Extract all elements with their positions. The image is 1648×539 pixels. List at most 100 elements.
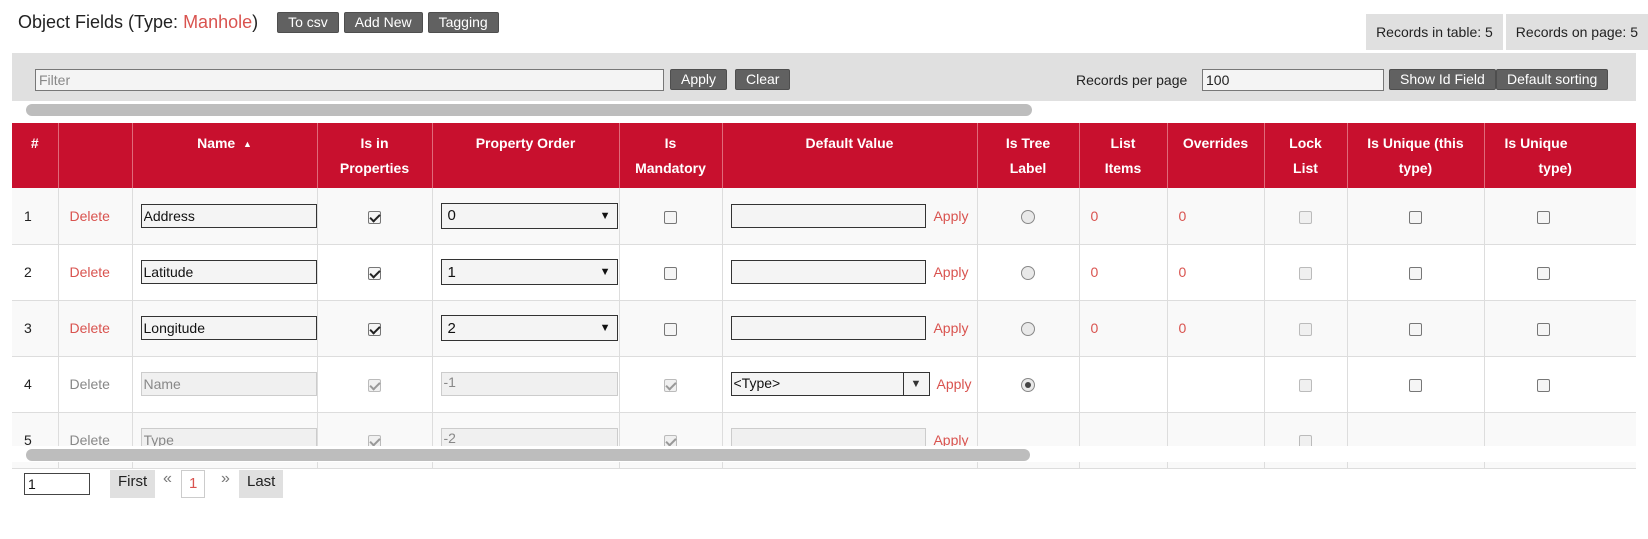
records-in-table: Records in table: 5 <box>1366 14 1503 50</box>
record-counts: Records in table: 5 Records on page: 5 <box>1366 14 1648 50</box>
is-tree-label-radio[interactable] <box>1021 209 1035 224</box>
name-input[interactable] <box>140 260 317 284</box>
col-header-lock-list[interactable]: Lock List <box>1264 123 1348 188</box>
show-id-field-button[interactable]: Show Id Field <box>1389 69 1496 90</box>
page-header: Object Fields (Type: Manhole) To csv Add… <box>18 9 499 35</box>
is-unique-this-type-checkbox[interactable] <box>1409 378 1422 392</box>
delete-link[interactable]: Delete <box>70 320 110 336</box>
col-header-overrides[interactable]: Overrides <box>1167 123 1265 188</box>
previous-page-icon[interactable]: « <box>163 470 172 488</box>
records-per-page-input[interactable] <box>1202 69 1384 91</box>
to-csv-button[interactable]: To csv <box>277 11 339 33</box>
filter-input[interactable] <box>35 69 664 91</box>
add-new-button[interactable]: Add New <box>343 11 423 33</box>
bottom-horizontal-scrollbar[interactable] <box>12 446 1636 462</box>
col-header-name[interactable]: Name ▲ <box>132 123 318 188</box>
current-page-link[interactable]: 1 <box>181 470 206 498</box>
is-unique-next-checkbox[interactable] <box>1536 378 1550 392</box>
dropdown-arrow-icon: ▼ <box>599 266 611 278</box>
table-row: 1 Delete 0▼ Apply 0 0 <box>12 188 1636 245</box>
col-header-list-items[interactable]: List Items <box>1079 123 1168 188</box>
property-order-value: 0 <box>447 207 456 225</box>
row-number: 4 <box>12 356 59 413</box>
property-order-value: 2 <box>447 319 456 337</box>
tagging-button[interactable]: Tagging <box>427 11 499 33</box>
overrides-link[interactable]: 0 <box>1167 244 1265 301</box>
list-items-link[interactable]: 0 <box>1079 300 1168 357</box>
list-items-link[interactable]: 0 <box>1079 188 1168 245</box>
is-in-properties-checkbox-disabled <box>368 378 381 392</box>
title-prefix: Object Fields (Type: <box>18 11 184 32</box>
top-horizontal-scrollbar[interactable] <box>12 101 1636 117</box>
property-order-value: 1 <box>447 263 456 281</box>
top-scrollbar-thumb[interactable] <box>26 104 1032 116</box>
is-in-properties-checkbox[interactable] <box>368 210 381 224</box>
is-in-properties-checkbox[interactable] <box>368 266 381 280</box>
col-header-is-mandatory[interactable]: Is Mandatory <box>619 123 723 188</box>
col-header-is-tree-label[interactable]: Is Tree Label <box>977 123 1080 188</box>
delete-link[interactable]: Delete <box>70 264 110 280</box>
default-value-apply-link[interactable]: Apply <box>933 320 968 336</box>
last-page-button[interactable]: Last <box>239 470 284 498</box>
delete-link[interactable]: Delete <box>70 208 110 224</box>
property-order-select[interactable]: 2 ▼ <box>440 315 618 341</box>
is-unique-this-type-checkbox[interactable] <box>1409 210 1422 224</box>
table-row: 3 Delete 2▼ Apply 0 0 <box>12 300 1636 357</box>
col-header-default-value[interactable]: Default Value <box>722 123 978 188</box>
default-value-input[interactable] <box>730 260 927 284</box>
col-header-property-order[interactable]: Property Order <box>432 123 620 188</box>
overrides-link[interactable]: 0 <box>1167 188 1265 245</box>
is-tree-label-radio[interactable] <box>1021 322 1035 337</box>
default-value-input[interactable] <box>730 316 927 340</box>
table-row: 2 Delete 1▼ Apply 0 0 <box>12 244 1636 301</box>
next-page-icon[interactable]: » <box>221 470 230 488</box>
delete-link-disabled: Delete <box>69 376 110 392</box>
is-mandatory-checkbox-disabled <box>664 378 677 392</box>
col-header-name-label: Name <box>197 135 236 151</box>
is-unique-next-checkbox[interactable] <box>1536 266 1550 280</box>
is-unique-this-type-checkbox[interactable] <box>1409 266 1422 280</box>
is-tree-label-radio-selected[interactable] <box>1021 378 1035 393</box>
name-input-disabled <box>140 372 317 396</box>
records-per-page-label: Records per page <box>1076 72 1188 88</box>
col-header-is-in-properties[interactable]: Is in Properties <box>317 123 433 188</box>
first-page-button[interactable]: First <box>110 470 156 498</box>
is-mandatory-checkbox[interactable] <box>664 322 677 336</box>
default-value-apply-link[interactable]: Apply <box>937 376 972 392</box>
default-value-apply-link[interactable]: Apply <box>933 208 968 224</box>
records-on-page: Records on page: 5 <box>1505 14 1648 50</box>
bottom-scrollbar-thumb[interactable] <box>26 449 1030 461</box>
overrides-link[interactable]: 0 <box>1167 300 1265 357</box>
type-name: Manhole <box>183 11 253 32</box>
col-header-is-unique-next[interactable]: Is Unique type) <box>1484 123 1636 188</box>
col-header-num[interactable]: # <box>12 123 59 188</box>
property-order-disabled: -1 <box>440 372 618 396</box>
page-title: Object Fields (Type: Manhole) <box>18 12 258 33</box>
is-unique-next-checkbox[interactable] <box>1536 322 1550 336</box>
is-tree-label-radio[interactable] <box>1021 266 1035 281</box>
lock-list-checkbox <box>1299 322 1312 336</box>
page-number-input[interactable] <box>24 473 90 495</box>
property-order-select[interactable]: 1 ▼ <box>440 259 618 285</box>
dropdown-arrow-icon: ▼ <box>599 209 611 222</box>
dropdown-arrow-icon: ▼ <box>599 322 611 334</box>
is-unique-next-checkbox[interactable] <box>1536 210 1550 224</box>
is-mandatory-checkbox[interactable] <box>664 266 677 280</box>
name-input[interactable] <box>140 316 317 340</box>
col-header-is-unique-this-type[interactable]: Is Unique (this type) <box>1347 123 1485 188</box>
default-value-select[interactable]: <Type> ▼ <box>730 372 930 396</box>
property-order-select[interactable]: 0 ▼ <box>440 202 618 229</box>
row-number: 1 <box>12 188 59 245</box>
row-number: 2 <box>12 244 59 301</box>
default-value-apply-link[interactable]: Apply <box>933 264 968 280</box>
is-mandatory-checkbox[interactable] <box>664 210 677 224</box>
default-sorting-button[interactable]: Default sorting <box>1496 69 1609 90</box>
filter-clear-button[interactable]: Clear <box>735 69 791 90</box>
name-input[interactable] <box>140 203 317 228</box>
is-unique-this-type-checkbox[interactable] <box>1409 322 1422 336</box>
dropdown-arrow-icon[interactable]: ▼ <box>903 372 930 396</box>
default-value-input[interactable] <box>730 203 927 228</box>
filter-apply-button[interactable]: Apply <box>670 69 728 90</box>
is-in-properties-checkbox[interactable] <box>368 322 381 336</box>
list-items-link[interactable]: 0 <box>1079 244 1168 301</box>
